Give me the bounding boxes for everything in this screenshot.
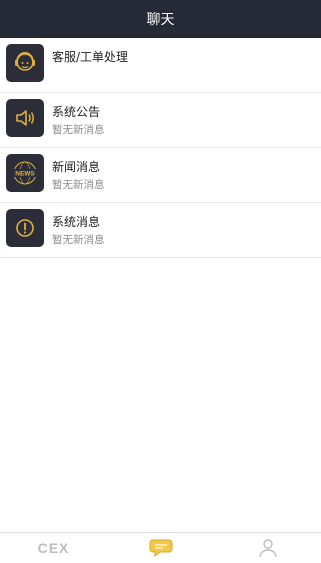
chat-list: 客服/工单处理 系统公告 暂无新消息 NEWS 新闻消息 暂无新消息 系统消息 … — [0, 38, 321, 258]
list-item-subtitle: 暂无新消息 — [52, 124, 105, 136]
list-item-customer-service[interactable]: 客服/工单处理 — [0, 38, 321, 93]
tab-profile[interactable] — [214, 533, 321, 563]
list-item-title: 新闻消息 — [52, 160, 101, 174]
speaker-icon — [6, 99, 44, 137]
alert-circle-icon — [6, 209, 44, 247]
bottom-tab-bar: CEX — [0, 532, 321, 563]
list-item-subtitle: 暂无新消息 — [52, 179, 105, 191]
svg-text:NEWS: NEWS — [15, 171, 35, 178]
news-icon: NEWS — [6, 154, 44, 192]
tab-chat[interactable] — [107, 533, 214, 563]
tab-home[interactable]: CEX — [0, 533, 107, 563]
list-item-system-messages[interactable]: 系统消息 暂无新消息 — [0, 203, 321, 258]
top-bar: 聊天 — [0, 0, 321, 38]
user-icon — [258, 539, 277, 558]
list-item-title: 客服/工单处理 — [52, 50, 129, 64]
list-item-subtitle: 暂无新消息 — [52, 234, 105, 246]
page-title: 聊天 — [146, 12, 175, 28]
list-item-title: 系统公告 — [52, 105, 101, 119]
headset-agent-icon — [6, 44, 44, 82]
exchange-logo-icon: CEX — [37, 540, 70, 556]
list-item-system-announcement[interactable]: 系统公告 暂无新消息 — [0, 93, 321, 148]
list-item-title: 系统消息 — [52, 215, 101, 229]
list-item-news[interactable]: NEWS 新闻消息 暂无新消息 — [0, 148, 321, 203]
chat-bubble-icon — [149, 539, 172, 558]
